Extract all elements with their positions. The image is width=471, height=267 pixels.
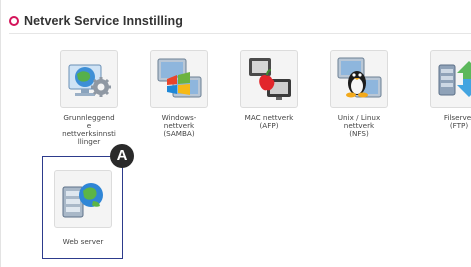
highlight-box <box>42 156 123 259</box>
item-label: MAC nettverk (AFP) <box>244 113 294 130</box>
section-header: Netverk Service Innstilling <box>9 12 183 30</box>
item-label: Windows- nettverk (SAMBA) <box>161 113 197 138</box>
item-label: Filserver (FTP) <box>443 113 471 130</box>
divider <box>9 33 471 34</box>
callout-badge: A <box>110 144 134 168</box>
linux-network-icon[interactable] <box>330 50 388 108</box>
mac-network-item[interactable]: MAC nettverk (AFP) <box>231 50 307 130</box>
ftp-server-icon[interactable] <box>430 50 471 108</box>
network-service-panel: Netverk Service Innstilling Grunnleggend… <box>0 0 471 267</box>
network-settings-item[interactable]: Grunnleggend e nettverksinnsti llinger <box>51 50 127 146</box>
windows-network-item[interactable]: Windows- nettverk (SAMBA) <box>141 50 217 138</box>
ftp-server-item[interactable]: Filserver (FTP) <box>421 50 471 130</box>
item-label: Grunnleggend e nettverksinnsti llinger <box>62 113 116 146</box>
bullet-icon <box>9 16 19 26</box>
network-settings-icon[interactable] <box>60 50 118 108</box>
mac-network-icon[interactable] <box>240 50 298 108</box>
linux-network-item[interactable]: Unix / Linux nettverk (NFS) <box>321 50 397 138</box>
section-title: Netverk Service Innstilling <box>24 14 184 28</box>
item-label: Unix / Linux nettverk (NFS) <box>337 113 381 138</box>
windows-network-icon[interactable] <box>150 50 208 108</box>
